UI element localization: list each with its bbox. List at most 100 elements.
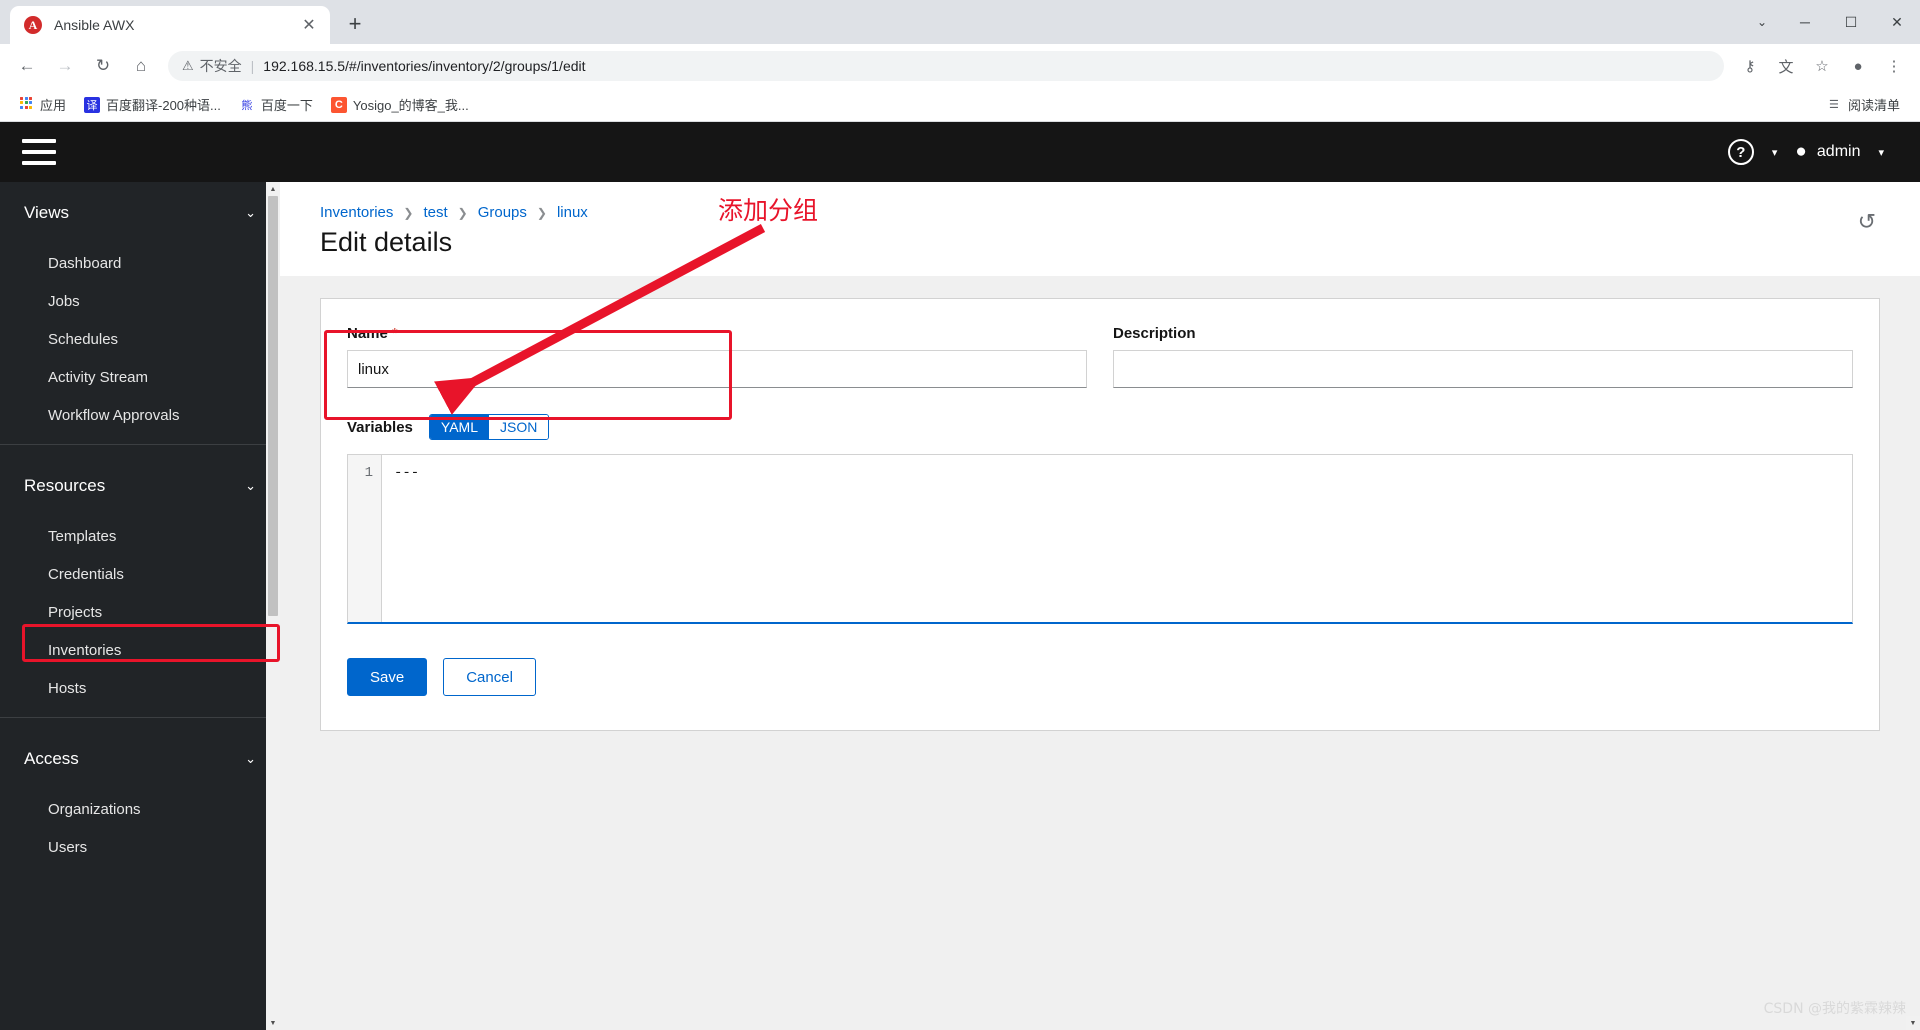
chevron-down-icon: ⌄ bbox=[245, 751, 256, 767]
scroll-down-icon[interactable]: ▼ bbox=[266, 1016, 280, 1030]
new-tab-button[interactable]: + bbox=[338, 7, 372, 41]
window-controls: ⌄ ─ ☐ ✕ bbox=[1742, 0, 1920, 44]
sidebar-group-views[interactable]: Views ⌄ bbox=[0, 182, 280, 244]
cancel-button[interactable]: Cancel bbox=[443, 658, 536, 696]
history-icon[interactable]: ↺ bbox=[1858, 209, 1876, 235]
user-chevron-down-icon[interactable]: ▾ bbox=[1864, 146, 1898, 159]
bookmark-label: 应用 bbox=[40, 95, 66, 114]
baidu-icon: 熊 bbox=[239, 97, 255, 113]
user-menu[interactable]: ● admin bbox=[1795, 141, 1860, 163]
sidebar-item-label: Dashboard bbox=[48, 255, 121, 272]
browser-tab[interactable]: A Ansible AWX ✕ bbox=[10, 6, 330, 44]
back-icon[interactable]: ← bbox=[11, 50, 43, 82]
home-icon[interactable]: ⌂ bbox=[125, 50, 157, 82]
name-input[interactable] bbox=[347, 350, 1087, 388]
address-bar[interactable]: ⚠ 不安全 | 192.168.15.5/#/inventories/inven… bbox=[168, 51, 1724, 81]
bookmark-label: 百度翻译-200种语... bbox=[106, 95, 221, 114]
translate-icon[interactable]: 文 bbox=[1770, 50, 1802, 82]
chevron-right-icon: ❯ bbox=[537, 206, 547, 220]
description-input[interactable] bbox=[1113, 350, 1853, 388]
sidebar-item-label: Schedules bbox=[48, 331, 118, 348]
password-key-icon[interactable]: ⚷ bbox=[1734, 50, 1766, 82]
browser-window: A Ansible AWX ✕ + ⌄ ─ ☐ ✕ ← → ↻ ⌂ ⚠ 不安全 … bbox=[0, 0, 1920, 1030]
close-icon[interactable]: ✕ bbox=[298, 14, 320, 36]
browser-toolbar: ← → ↻ ⌂ ⚠ 不安全 | 192.168.15.5/#/inventori… bbox=[0, 44, 1920, 88]
annotation-callout-text: 添加分组 bbox=[718, 191, 818, 227]
breadcrumb-item-groups[interactable]: Groups bbox=[478, 204, 527, 221]
sidebar-item-users[interactable]: Users bbox=[0, 828, 280, 866]
scrollbar-thumb[interactable] bbox=[268, 196, 278, 616]
sidebar-divider bbox=[0, 717, 280, 718]
sidebar-item-credentials[interactable]: Credentials bbox=[0, 555, 280, 593]
format-yaml-button[interactable]: YAML bbox=[430, 415, 489, 439]
format-json-button[interactable]: JSON bbox=[489, 415, 548, 439]
sidebar-item-label: Credentials bbox=[48, 566, 124, 583]
bookmark-apps[interactable]: 应用 bbox=[10, 92, 74, 118]
name-field-group: Name* bbox=[347, 325, 1087, 388]
sidebar-item-hosts[interactable]: Hosts bbox=[0, 669, 280, 707]
tab-title: Ansible AWX bbox=[54, 17, 298, 33]
sidebar-item-inventories[interactable]: Inventories bbox=[0, 631, 280, 669]
sidebar-item-organizations[interactable]: Organizations bbox=[0, 790, 280, 828]
sidebar-group-label: Resources bbox=[24, 476, 105, 496]
chevron-down-icon[interactable]: ⌄ bbox=[1742, 0, 1782, 44]
url-text: 192.168.15.5/#/inventories/inventory/2/g… bbox=[263, 58, 585, 74]
bookmark-csdn-blog[interactable]: C Yosigo_的博客_我... bbox=[323, 92, 477, 118]
not-secure-warning-icon: ⚠ bbox=[182, 58, 194, 74]
bookmark-baidu-translate[interactable]: 译 百度翻译-200种语... bbox=[76, 92, 229, 118]
description-field-group: Description bbox=[1113, 325, 1853, 388]
name-label-text: Name bbox=[347, 325, 388, 342]
sidebar-item-label: Workflow Approvals bbox=[48, 407, 179, 424]
sidebar-item-schedules[interactable]: Schedules bbox=[0, 320, 280, 358]
bookmark-star-icon[interactable]: ☆ bbox=[1806, 50, 1838, 82]
sidebar-group-access[interactable]: Access ⌄ bbox=[0, 728, 280, 790]
scroll-down-icon[interactable]: ▼ bbox=[1906, 1016, 1920, 1030]
breadcrumb-item-inventories[interactable]: Inventories bbox=[320, 204, 393, 221]
sidebar-item-label: Templates bbox=[48, 528, 116, 545]
not-secure-label: 不安全 bbox=[200, 56, 242, 76]
variables-format-toggle: YAML JSON bbox=[429, 414, 549, 440]
reading-list-button[interactable]: ☰ 阅读清单 bbox=[1818, 92, 1908, 118]
bookmark-baidu[interactable]: 熊 百度一下 bbox=[231, 92, 321, 118]
minimize-icon[interactable]: ─ bbox=[1782, 0, 1828, 44]
sidebar-item-activity-stream[interactable]: Activity Stream bbox=[0, 358, 280, 396]
awx-top-header: ? ▾ ● admin ▾ bbox=[0, 122, 1920, 182]
page-title: Edit details bbox=[320, 227, 1880, 258]
reload-icon[interactable]: ↻ bbox=[87, 50, 119, 82]
sidebar-item-jobs[interactable]: Jobs bbox=[0, 282, 280, 320]
save-button[interactable]: Save bbox=[347, 658, 427, 696]
scroll-up-icon[interactable]: ▲ bbox=[266, 182, 280, 196]
sidebar-scrollbar[interactable]: ▲ ▼ bbox=[266, 182, 280, 1030]
name-label: Name* bbox=[347, 325, 1087, 342]
editor-content[interactable]: --- bbox=[382, 455, 1852, 622]
forward-icon[interactable]: → bbox=[49, 50, 81, 82]
variables-label: Variables bbox=[347, 419, 413, 436]
sidebar-item-workflow-approvals[interactable]: Workflow Approvals bbox=[0, 396, 280, 434]
sidebar-divider bbox=[0, 444, 280, 445]
breadcrumb-bar: Inventories ❯ test ❯ Groups ❯ linux Edit… bbox=[280, 182, 1920, 276]
help-icon[interactable]: ? bbox=[1728, 139, 1754, 165]
profile-avatar-icon[interactable]: ● bbox=[1842, 50, 1874, 82]
form-actions: Save Cancel bbox=[347, 658, 1853, 696]
sidebar-item-label: Projects bbox=[48, 604, 102, 621]
variables-editor[interactable]: 1 --- bbox=[347, 454, 1853, 624]
sidebar-item-dashboard[interactable]: Dashboard bbox=[0, 244, 280, 282]
breadcrumb: Inventories ❯ test ❯ Groups ❯ linux bbox=[320, 204, 1880, 221]
maximize-icon[interactable]: ☐ bbox=[1828, 0, 1874, 44]
main-content: Inventories ❯ test ❯ Groups ❯ linux Edit… bbox=[280, 182, 1920, 1030]
sidebar-item-templates[interactable]: Templates bbox=[0, 517, 280, 555]
csdn-watermark: CSDN @我的紫霖辣辣 bbox=[1764, 998, 1906, 1018]
username-label: admin bbox=[1817, 143, 1861, 161]
sidebar-group-resources[interactable]: Resources ⌄ bbox=[0, 455, 280, 517]
browser-menu-icon[interactable]: ⋮ bbox=[1878, 50, 1910, 82]
omnibox-separator: | bbox=[251, 58, 255, 74]
breadcrumb-item-linux[interactable]: linux bbox=[557, 204, 588, 221]
editor-line-numbers: 1 bbox=[348, 455, 382, 622]
help-chevron-down-icon[interactable]: ▾ bbox=[1758, 146, 1792, 159]
window-close-icon[interactable]: ✕ bbox=[1874, 0, 1920, 44]
sidebar-item-projects[interactable]: Projects bbox=[0, 593, 280, 631]
nav-toggle-icon[interactable] bbox=[22, 139, 56, 165]
chevron-right-icon: ❯ bbox=[403, 206, 413, 220]
breadcrumb-item-test[interactable]: test bbox=[423, 204, 447, 221]
sidebar-item-label: Inventories bbox=[48, 642, 121, 659]
